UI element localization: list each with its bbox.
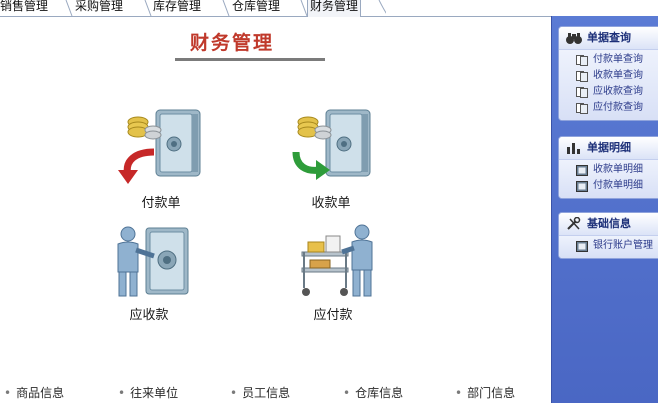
link-label: 商品信息 [16,386,65,400]
document-icon [576,55,588,66]
link-employee-info[interactable]: • 员工信息 [230,384,290,401]
task-sidebar: 单据查询 付款单查询 收款单查询 应收款查询 应付款查询 单据明细 收款单明细 … [551,16,658,403]
tab-warehouse[interactable]: 仓库管理 [230,0,282,15]
feature-label: 应收款 [129,308,169,323]
bullet-icon: • [4,386,12,400]
link-label: 仓库信息 [355,386,404,400]
person-at-safe-icon [117,226,189,297]
tools-icon [567,217,581,230]
item-label: 付款单明细 [593,180,643,191]
item-label: 收款单明细 [593,164,643,175]
page-title: 财务管理 [190,32,275,54]
feature-label: 应付款 [313,308,353,323]
sidebar-item-receipt-details[interactable]: 收款单明细 [559,162,658,178]
ledger-icon [576,181,588,192]
sidebar-item-payment-details[interactable]: 付款单明细 [559,178,658,194]
sidebar-group-basic-info: 基础信息 银行账户管理 [558,212,658,259]
link-partner-units[interactable]: • 往来单位 [118,384,178,401]
group-title: 单据明细 [587,141,631,154]
safe-with-coins-green-arrow-icon [292,109,371,180]
item-label: 收款单查询 [593,70,643,81]
sidebar-item-bank-accounts[interactable]: 银行账户管理 [559,238,658,254]
receipt-voucher-button[interactable]: 收款单 [276,108,386,223]
group-header[interactable]: 基础信息 [559,213,658,236]
ledger-icon [576,241,588,252]
feature-label: 收款单 [311,196,351,211]
bullet-icon: • [118,386,126,400]
link-warehouse-info[interactable]: • 仓库信息 [343,384,403,401]
safe-with-coins-red-arrow-icon [118,109,201,184]
item-label: 银行账户管理 [593,240,653,251]
tab-inventory[interactable]: 库存管理 [151,0,203,15]
receivables-button[interactable]: 应收款 [94,222,204,337]
bullet-icon: • [343,386,351,400]
item-label: 应付款查询 [593,102,643,113]
group-title: 基础信息 [587,217,631,230]
tab-finance[interactable]: 财务管理 [307,0,362,17]
bar-chart-icon [567,143,580,154]
tab-purchase[interactable]: 采购管理 [73,0,125,15]
sidebar-group-voucher-details: 单据明细 收款单明细 付款单明细 [558,136,658,199]
tab-separator [65,0,73,16]
sidebar-item-receivables-query[interactable]: 应收款查询 [559,84,658,100]
group-title: 单据查询 [587,31,631,44]
binoculars-icon [566,33,582,44]
tab-separator [378,0,386,14]
person-with-cart-icon [301,224,373,297]
feature-label: 付款单 [141,196,181,211]
sidebar-item-payment-query[interactable]: 付款单查询 [559,52,658,68]
link-label: 往来单位 [130,386,179,400]
quick-links-bar: • 商品信息 • 往来单位 • 员工信息 • 仓库信息 • 部门信息 [0,384,550,403]
tab-separator [222,0,230,16]
group-header[interactable]: 单据查询 [559,27,658,50]
link-label: 员工信息 [242,386,291,400]
module-tab-bar: 销售管理 采购管理 库存管理 仓库管理 财务管理 [0,0,658,17]
document-icon [576,87,588,98]
payment-voucher-button[interactable]: 付款单 [106,108,216,223]
group-header[interactable]: 单据明细 [559,137,658,160]
payables-button[interactable]: 应付款 [278,222,388,337]
item-label: 应收款查询 [593,86,643,97]
item-label: 付款单查询 [593,54,643,65]
bullet-icon: • [455,386,463,400]
sidebar-item-payables-query[interactable]: 应付款查询 [559,100,658,116]
link-label: 部门信息 [467,386,516,400]
link-department-info[interactable]: • 部门信息 [455,384,515,401]
ledger-icon [576,165,588,176]
document-icon [576,103,588,114]
title-underline [175,58,325,61]
sidebar-group-voucher-query: 单据查询 付款单查询 收款单查询 应收款查询 应付款查询 [558,26,658,121]
link-product-info[interactable]: • 商品信息 [4,384,64,401]
bullet-icon: • [230,386,238,400]
tab-sales[interactable]: 销售管理 [0,0,50,15]
sidebar-item-receipt-query[interactable]: 收款单查询 [559,68,658,84]
document-icon [576,71,588,82]
